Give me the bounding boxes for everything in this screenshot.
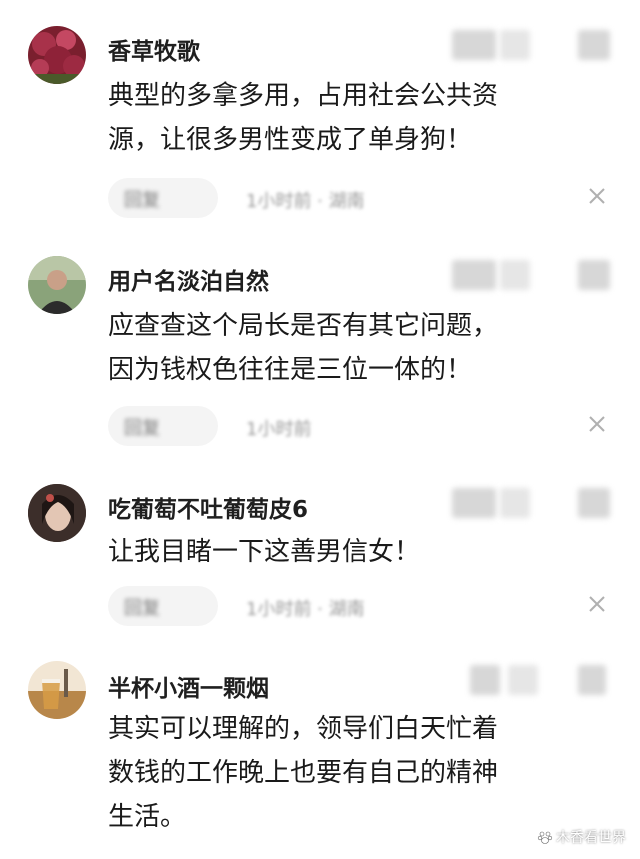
close-icon[interactable]	[584, 411, 610, 437]
username[interactable]: 用户名淡泊自然	[108, 262, 269, 296]
close-icon[interactable]	[584, 183, 610, 209]
like-count-blurred	[452, 488, 496, 518]
username[interactable]: 香草牧歌	[108, 32, 200, 66]
like-count-blurred	[470, 665, 500, 695]
like-count-blurred	[508, 665, 538, 695]
comment-meta: 1小时前 · 湖南	[246, 191, 365, 212]
comment-item: 用户名淡泊自然 应查查这个局长是否有其它问题， 因为钱权色往往是三位一体的！ 回…	[0, 230, 640, 460]
like-icon-blurred[interactable]	[578, 260, 610, 290]
comment-actions: 回复 1小时前 · 湖南	[108, 178, 628, 218]
like-icon-blurred[interactable]	[578, 488, 610, 518]
like-count-blurred	[500, 488, 530, 518]
avatar[interactable]	[28, 661, 86, 719]
comment-actions: 回复 1小时前 · 湖南	[108, 586, 628, 626]
avatar[interactable]	[28, 484, 86, 542]
comment-item: 吃葡萄不吐葡萄皮6 让我目睹一下这善男信女！ 回复 1小时前 · 湖南	[0, 460, 640, 645]
reply-button[interactable]: 回复	[108, 178, 218, 218]
comment-text: 应查查这个局长是否有其它问题， 因为钱权色往往是三位一体的！	[108, 311, 499, 385]
comment-text: 让我目睹一下这善男信女！	[108, 537, 421, 567]
watermark: 木香看世界	[537, 827, 626, 847]
reply-button[interactable]: 回复	[108, 586, 218, 626]
like-icon-blurred[interactable]	[578, 665, 606, 695]
avatar[interactable]	[28, 256, 86, 314]
username[interactable]: 吃葡萄不吐葡萄皮6	[108, 490, 308, 524]
like-count-blurred	[500, 30, 530, 60]
comment-item: 香草牧歌 典型的多拿多用，占用社会公共资 源，让很多男性变成了单身狗！ 回复 1…	[0, 0, 640, 230]
close-icon[interactable]	[584, 591, 610, 617]
paw-icon	[537, 831, 553, 844]
username[interactable]: 半杯小酒一颗烟	[108, 669, 269, 703]
comment-text: 其实可以理解的，领导们白天忙着 数钱的工作晚上也要有自己的精神 生活。	[108, 714, 499, 832]
reply-button[interactable]: 回复	[108, 406, 218, 446]
comment-meta: 1小时前	[246, 419, 312, 440]
like-count-blurred	[452, 260, 496, 290]
like-icon-blurred[interactable]	[578, 30, 610, 60]
comment-text: 典型的多拿多用，占用社会公共资 源，让很多男性变成了单身狗！	[108, 81, 499, 155]
comment-meta: 1小时前 · 湖南	[246, 599, 365, 620]
avatar[interactable]	[28, 26, 86, 84]
like-count-blurred	[500, 260, 530, 290]
comment-actions: 回复 1小时前	[108, 406, 628, 446]
watermark-text: 木香看世界	[556, 830, 626, 846]
like-count-blurred	[452, 30, 496, 60]
